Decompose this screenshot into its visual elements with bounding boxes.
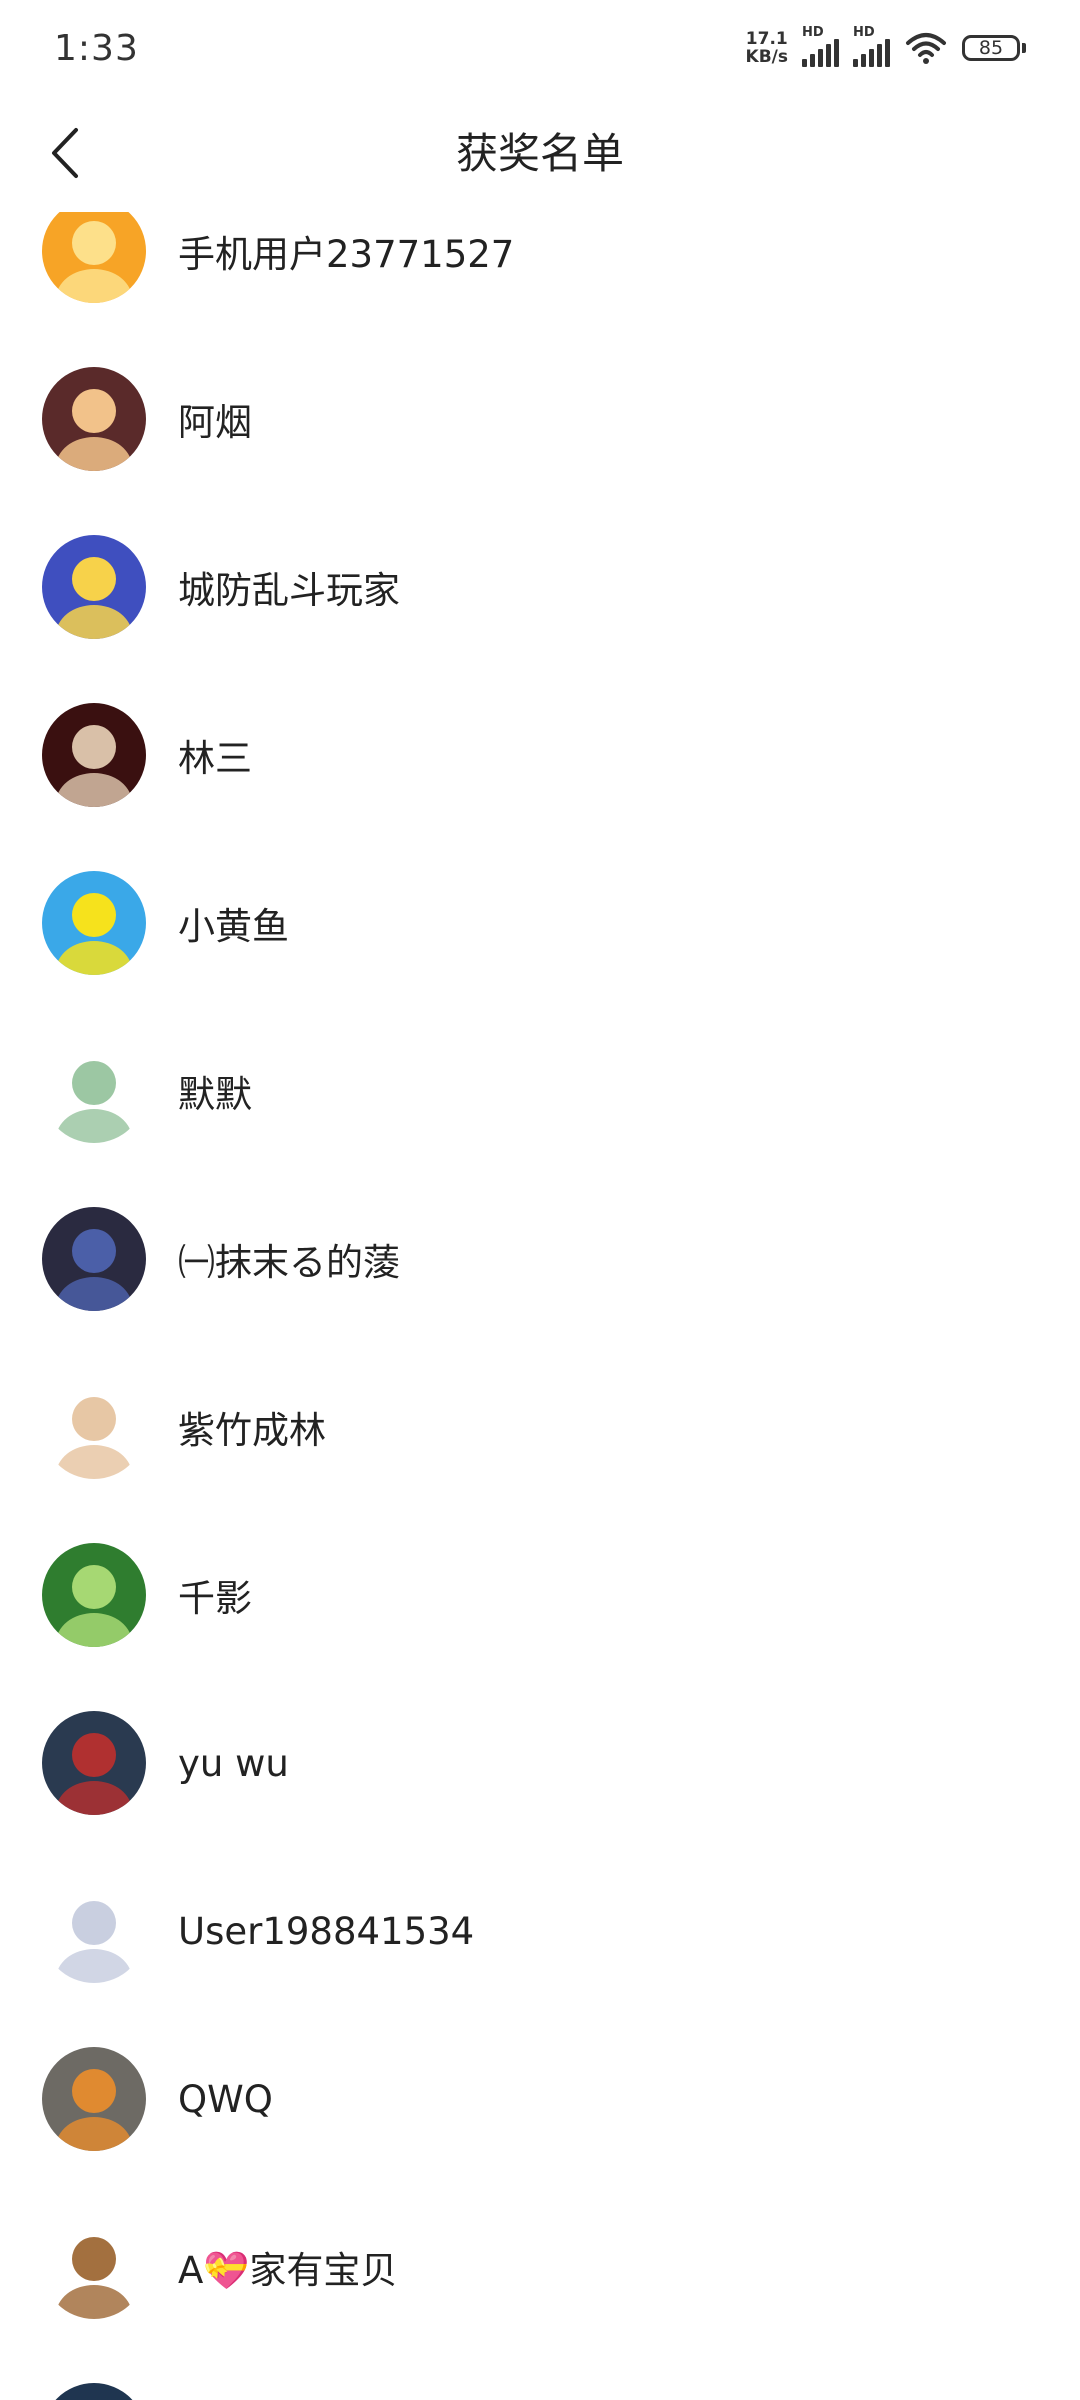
avatar[interactable] [42,1543,146,1647]
wifi-icon [906,33,946,64]
list-item[interactable]: 千影 [0,1511,1080,1679]
status-icons: 17.1 KB/s HD HD 85 [746,25,1026,67]
winner-list-viewport[interactable]: 手机用户23771527 阿烟城防乱斗玩家 林三小黄鱼默默㈠抹末る的蔆 紫竹成林千影 y… [0,212,1080,2400]
winner-name: A💝家有宝贝 [178,2249,398,2292]
winner-name: yu wu [178,1741,289,1785]
winner-name: 阿烟 [178,401,252,444]
avatar[interactable] [42,1207,146,1311]
winner-name: 林三 [178,737,252,780]
list-item[interactable]: A💝家有宝贝 [0,2183,1080,2351]
sim1-hd-label: HD [802,25,824,40]
page-title: 获奖名单 [455,129,624,178]
list-item[interactable]: 林三 [0,671,1080,839]
signal-icon-sim2: HD [853,25,890,67]
avatar[interactable] [42,871,146,975]
list-item[interactable]: 手机用户23771527 [0,212,1080,335]
status-time: 1:33 [54,27,139,69]
winner-name: 默默 [178,1073,252,1116]
list-item[interactable]: yu wu [0,1679,1080,1847]
header: 获奖名单 [0,96,1080,212]
battery-icon: 85 [962,35,1026,61]
winner-name: 手机用户23771527 [178,233,515,276]
winner-name: 小黄鱼 [178,905,289,948]
avatar[interactable] [42,2047,146,2151]
winner-name: ㈠抹末る的蔆 [178,1241,400,1284]
network-speed-value: 17.1 [745,29,788,49]
avatar[interactable] [42,1879,146,1983]
winner-name: 城防乱斗玩家 [178,569,400,612]
list-item[interactable]: QWQ [0,2015,1080,2183]
status-bar: 1:33 17.1 KB/s HD HD 85 [0,0,1080,96]
network-speed: 17.1 KB/s [746,30,788,66]
winner-name: 千影 [178,1577,252,1620]
list-item[interactable]: 小黄鱼 [0,839,1080,1007]
list-item[interactable]: 紫竹成林 [0,1343,1080,1511]
list-item[interactable]: ㈠抹末る的蔆 [0,1175,1080,1343]
list-item[interactable]: 阿烟 [0,335,1080,503]
avatar[interactable] [42,703,146,807]
avatar[interactable] [42,212,146,303]
list-item[interactable] [0,2351,1080,2400]
avatar[interactable] [42,1711,146,1815]
avatar[interactable] [42,367,146,471]
avatar[interactable] [42,2383,146,2400]
avatar[interactable] [42,1375,146,1479]
list-item[interactable]: User198841534 [0,1847,1080,2015]
winner-name: 紫竹成林 [178,1409,326,1452]
winner-name: QWQ [178,2077,273,2121]
avatar[interactable] [42,2215,146,2319]
sim2-hd-label: HD [853,25,875,40]
winner-name: User198841534 [178,1909,475,1953]
list-item[interactable]: 城防乱斗玩家 [0,503,1080,671]
list-item[interactable]: 默默 [0,1007,1080,1175]
avatar[interactable] [42,1039,146,1143]
winner-list: 手机用户23771527 阿烟城防乱斗玩家 林三小黄鱼默默㈠抹末る的蔆 紫竹成林千影 y… [0,212,1080,2400]
battery-level: 85 [962,35,1020,61]
avatar[interactable] [42,535,146,639]
network-speed-unit: KB/s [745,47,788,67]
signal-icon-sim1: HD [802,25,839,67]
